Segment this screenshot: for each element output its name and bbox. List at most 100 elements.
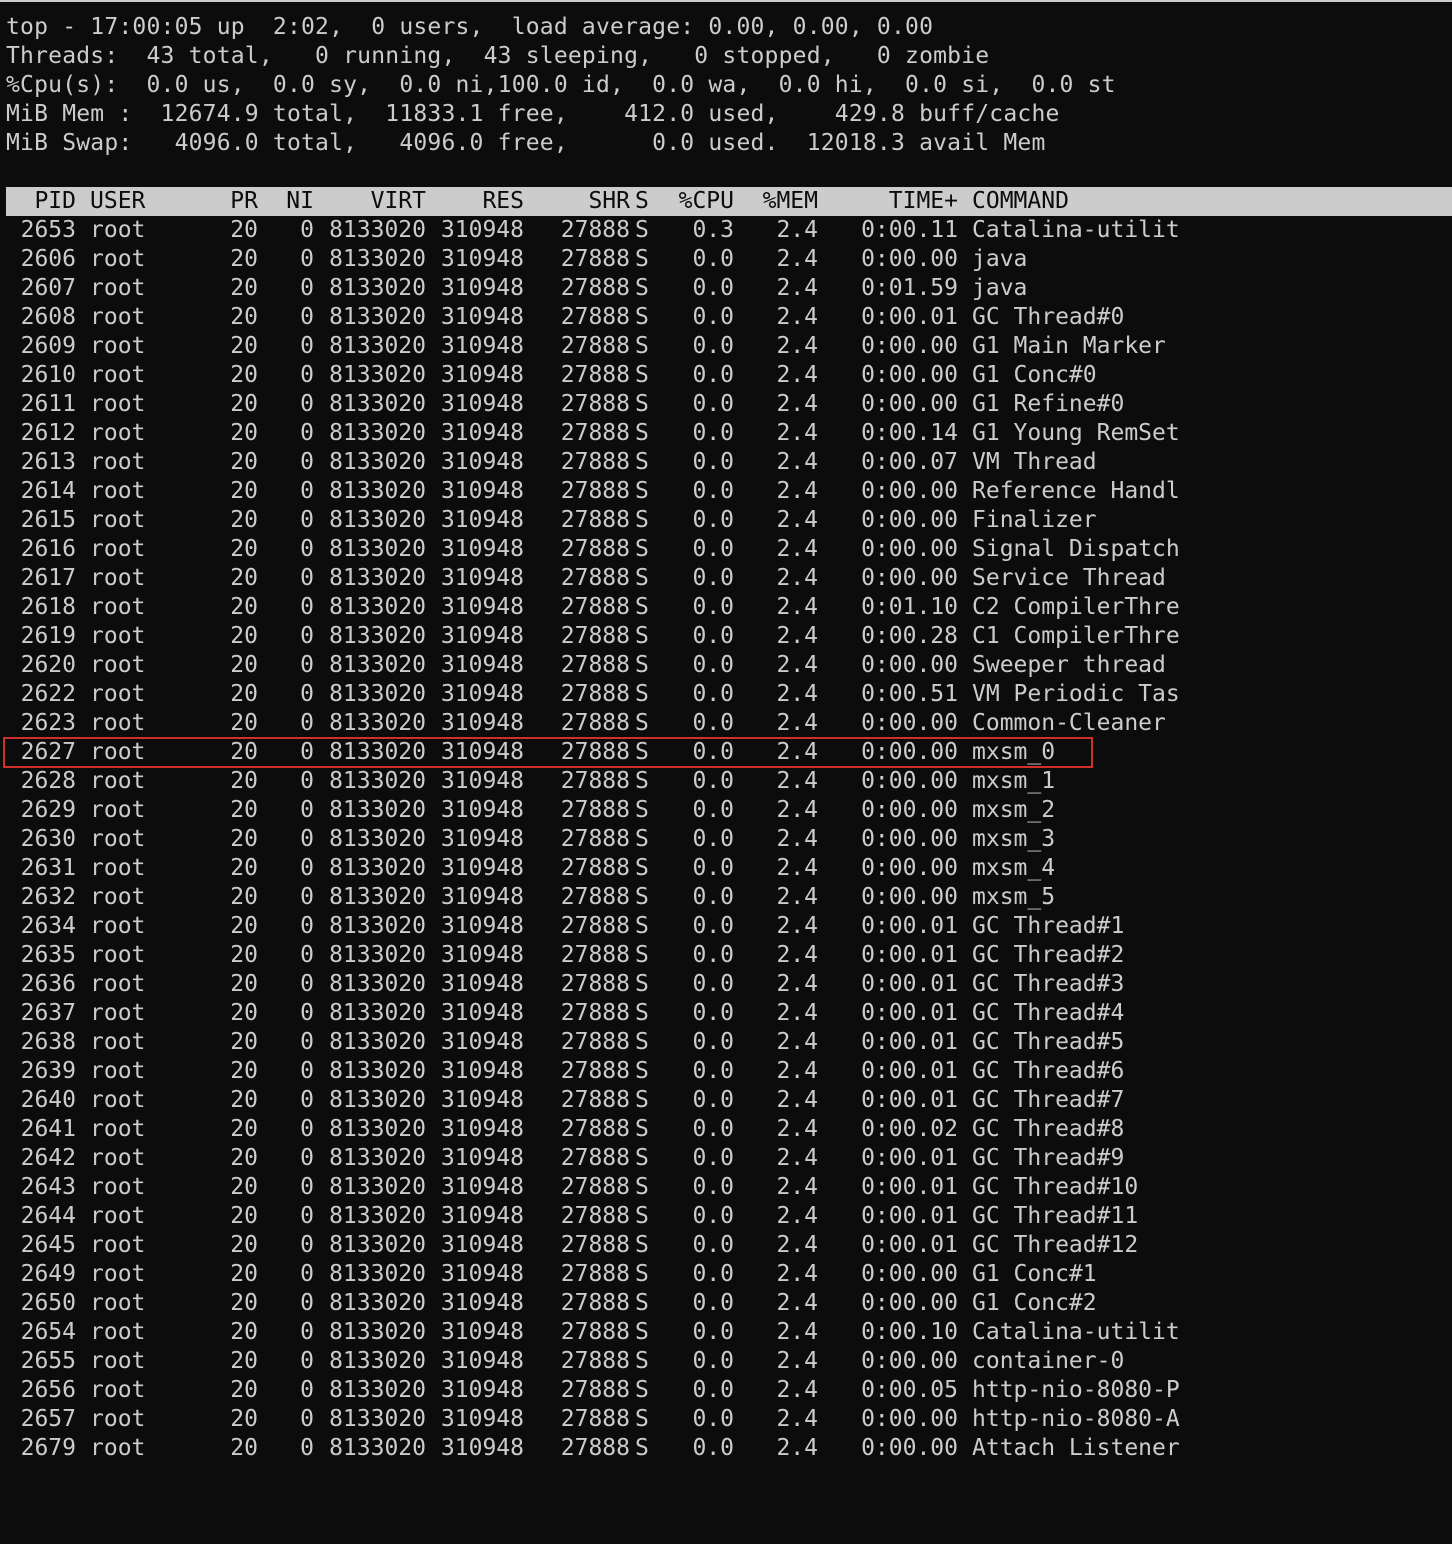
cell-command: mxsm_1	[972, 768, 1056, 794]
cell-pr: 20	[230, 1087, 258, 1113]
cell-ni: 0	[300, 391, 314, 417]
cell-virt: 8133020	[329, 1232, 426, 1258]
cell-command: GC Thread#6	[972, 1058, 1125, 1084]
cell-shr: 27888	[560, 594, 630, 620]
cell-mem: 2.4	[776, 1319, 818, 1345]
cell-pid: 2612	[20, 420, 76, 446]
table-row: 2620 root 20 0 8133020 310948 27888 S 0.0 2.4 0:00…	[6, 651, 1452, 680]
cell-pr: 20	[230, 913, 258, 939]
col-ni: NI	[286, 188, 314, 214]
cell-pr: 20	[230, 1174, 258, 1200]
cell-cpu: 0.0	[692, 971, 734, 997]
cell-res: 310948	[440, 275, 524, 301]
table-row: 2637 root 20 0 8133020 310948 27888 S 0.0 2.4 0:00…	[6, 999, 1452, 1028]
cell-pid: 2608	[20, 304, 76, 330]
cell-virt: 8133020	[329, 565, 426, 591]
cell-ni: 0	[300, 884, 314, 910]
cell-mem: 2.4	[776, 1029, 818, 1055]
cell-state: S	[635, 1319, 649, 1345]
cell-res: 310948	[440, 391, 524, 417]
cell-user: root	[90, 1087, 146, 1113]
table-row: 2653 root 20 0 8133020 310948 27888 S 0.3 2.4 0:00…	[6, 216, 1452, 245]
cell-command: http-nio-8080-P	[972, 1377, 1180, 1403]
table-row: 2644 root 20 0 8133020 310948 27888 S 0.0 2.4 0:00…	[6, 1202, 1452, 1231]
table-row: 2635 root 20 0 8133020 310948 27888 S 0.0 2.4 0:00…	[6, 941, 1452, 970]
cell-pr: 20	[230, 391, 258, 417]
cell-cpu: 0.0	[692, 1319, 734, 1345]
col-shr: SHR	[588, 188, 630, 214]
cell-time: 0:00.02	[861, 1116, 958, 1142]
cell-virt: 8133020	[329, 536, 426, 562]
cell-virt: 8133020	[329, 275, 426, 301]
cell-pid: 2641	[20, 1116, 76, 1142]
cell-res: 310948	[440, 1232, 524, 1258]
cell-shr: 27888	[560, 507, 630, 533]
cell-command: G1 Main Marker	[972, 333, 1166, 359]
cell-shr: 27888	[560, 217, 630, 243]
col-virt: VIRT	[370, 188, 426, 214]
cell-user: root	[90, 1203, 146, 1229]
cell-pr: 20	[230, 768, 258, 794]
table-row: 2614 root 20 0 8133020 310948 27888 S 0.0 2.4 0:00…	[6, 477, 1452, 506]
cell-pid: 2619	[20, 623, 76, 649]
table-row: 2611 root 20 0 8133020 310948 27888 S 0.0 2.4 0:00…	[6, 390, 1452, 419]
terminal-window[interactable]: top - 17:00:05 up 2:02, 0 users, load av…	[0, 0, 1452, 1544]
cell-virt: 8133020	[329, 768, 426, 794]
cell-mem: 2.4	[776, 333, 818, 359]
cell-user: root	[90, 797, 146, 823]
cell-state: S	[635, 1058, 649, 1084]
cell-user: root	[90, 594, 146, 620]
cell-cpu: 0.0	[692, 507, 734, 533]
cell-command: GC Thread#10	[972, 1174, 1139, 1200]
cell-state: S	[635, 1261, 649, 1287]
cell-mem: 2.4	[776, 884, 818, 910]
cell-ni: 0	[300, 681, 314, 707]
cell-mem: 2.4	[776, 362, 818, 388]
cell-ni: 0	[300, 710, 314, 736]
cell-command: Sweeper thread	[972, 652, 1166, 678]
cell-state: S	[635, 710, 649, 736]
cell-pid: 2653	[20, 217, 76, 243]
cell-time: 0:00.01	[861, 1029, 958, 1055]
cell-time: 0:01.10	[861, 594, 958, 620]
cell-shr: 27888	[560, 1290, 630, 1316]
cell-shr: 27888	[560, 275, 630, 301]
cell-user: root	[90, 275, 146, 301]
cell-user: root	[90, 1174, 146, 1200]
cell-shr: 27888	[560, 1174, 630, 1200]
cell-shr: 27888	[560, 797, 630, 823]
cell-user: root	[90, 507, 146, 533]
cell-time: 0:00.00	[861, 826, 958, 852]
cell-mem: 2.4	[776, 420, 818, 446]
cell-ni: 0	[300, 971, 314, 997]
cell-virt: 8133020	[329, 1348, 426, 1374]
cell-time: 0:00.00	[861, 1261, 958, 1287]
cell-res: 310948	[440, 1058, 524, 1084]
cell-res: 310948	[440, 217, 524, 243]
cell-mem: 2.4	[776, 507, 818, 533]
cell-cpu: 0.0	[692, 768, 734, 794]
cell-virt: 8133020	[329, 1319, 426, 1345]
cell-command: mxsm_0	[972, 739, 1056, 765]
cell-shr: 27888	[560, 362, 630, 388]
cell-mem: 2.4	[776, 536, 818, 562]
cell-state: S	[635, 913, 649, 939]
cell-res: 310948	[440, 333, 524, 359]
cell-res: 310948	[440, 739, 524, 765]
cell-pr: 20	[230, 1000, 258, 1026]
cell-user: root	[90, 478, 146, 504]
cell-pr: 20	[230, 710, 258, 736]
table-row: 2679 root 20 0 8133020 310948 27888 S 0.0 2.4 0:00…	[6, 1434, 1452, 1463]
cell-state: S	[635, 623, 649, 649]
cell-ni: 0	[300, 1174, 314, 1200]
cell-ni: 0	[300, 362, 314, 388]
cell-virt: 8133020	[329, 1145, 426, 1171]
cell-pid: 2642	[20, 1145, 76, 1171]
cell-cpu: 0.0	[692, 913, 734, 939]
cell-pid: 2627	[20, 739, 76, 765]
cell-pr: 20	[230, 1319, 258, 1345]
cell-cpu: 0.0	[692, 1145, 734, 1171]
cell-state: S	[635, 855, 649, 881]
cell-user: root	[90, 623, 146, 649]
cell-shr: 27888	[560, 420, 630, 446]
